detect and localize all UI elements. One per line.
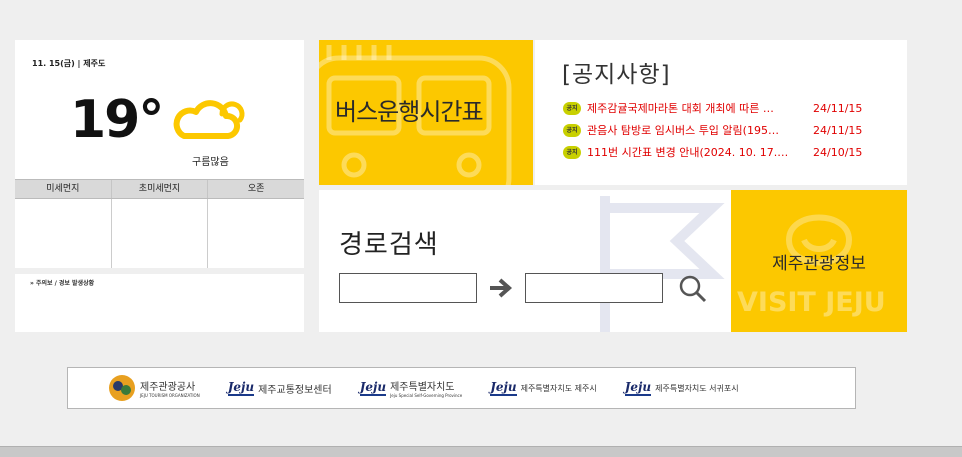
jeju-wordmark: Jeju bbox=[624, 379, 652, 396]
col-fine-dust: 미세먼지 bbox=[15, 180, 112, 198]
notice-text[interactable]: 제주감귤국제마라톤 대회 개최에 따른 … bbox=[587, 100, 809, 116]
notice-item[interactable]: 공지 제주감귤국제마라톤 대회 개최에 따른 … 24/11/15 bbox=[563, 97, 893, 119]
notice-badge: 공지 bbox=[563, 123, 581, 137]
jeju-wordmark: Jeju bbox=[359, 379, 387, 396]
fine-dust-value bbox=[15, 199, 112, 268]
warning-link[interactable]: » 주의보 / 경보 발생상황 bbox=[30, 278, 94, 287]
search-icon[interactable] bbox=[678, 274, 708, 304]
jeju-wordmark: Jeju bbox=[490, 379, 517, 396]
footer-bar bbox=[0, 446, 962, 457]
col-ozone: 오존 bbox=[247, 184, 265, 194]
jeju-tourism-label: 제주관광정보 bbox=[772, 254, 866, 274]
jeju-wordmark: Jeju bbox=[227, 379, 255, 396]
logo-seogwipo-city[interactable]: Jeju 제주특별자치도 서귀포시 bbox=[624, 379, 739, 396]
logo-name: 제주특별자치도 제주시 bbox=[520, 383, 597, 393]
tourism-org-icon bbox=[109, 375, 135, 401]
arrow-right-icon bbox=[490, 278, 513, 298]
notice-date: 24/10/15 bbox=[813, 145, 863, 159]
warning-panel: » 주의보 / 경보 발생상황 bbox=[15, 274, 304, 332]
bus-timetable-button[interactable]: 버스운행시간표 bbox=[319, 40, 533, 185]
air-quality-table: 미세먼지 초미세먼지 오존 bbox=[15, 179, 304, 268]
logo-jeju-tourism-org[interactable]: 제주관광공사 JEJU TOURISM ORGANIZATION bbox=[108, 374, 200, 402]
notice-item[interactable]: 공지 111번 시간표 변경 안내(2024. 10. 17.… 24/10/1… bbox=[563, 141, 893, 163]
notice-text[interactable]: 111번 시간표 변경 안내(2024. 10. 17.… bbox=[587, 144, 809, 160]
col-ultrafine-dust: 초미세먼지 bbox=[112, 180, 209, 198]
logo-jeju-province[interactable]: Jeju 제주특별자치도 Jeju Special Self-Governing… bbox=[359, 378, 463, 398]
logo-name: 제주특별자치도 bbox=[390, 382, 455, 393]
logo-name: 제주관광공사 bbox=[140, 382, 196, 393]
cloud-sun-icon bbox=[170, 94, 250, 148]
route-search-panel: 경로검색 bbox=[319, 190, 731, 332]
logo-subname: JEJU TOURISM ORGANIZATION bbox=[140, 393, 200, 398]
ultrafine-dust-value bbox=[112, 199, 209, 268]
jeju-tourism-button[interactable]: 제주관광정보 VISIT JEJU bbox=[731, 190, 907, 332]
notice-date: 24/11/15 bbox=[813, 101, 863, 115]
notice-badge: 공지 bbox=[563, 101, 581, 115]
ozone-value bbox=[208, 199, 304, 268]
route-to-input[interactable] bbox=[525, 273, 663, 303]
weather-card: 11. 15(금) | 제주도 19° 구름많음 미세먼지 초미세먼지 오존 bbox=[15, 40, 304, 268]
weather-condition: 구름많음 bbox=[192, 157, 229, 168]
logo-subname: Jeju Special Self-Governing Province bbox=[390, 393, 463, 398]
notice-panel: [공지사항] 공지 제주감귤국제마라톤 대회 개최에 따른 … 24/11/15… bbox=[535, 40, 907, 185]
notice-badge: 공지 bbox=[563, 145, 581, 159]
logo-name: 제주특별자치도 서귀포시 bbox=[655, 383, 739, 393]
route-search-title: 경로검색 bbox=[339, 230, 439, 260]
weather-temperature: 19° bbox=[70, 90, 164, 150]
weather-date: 11. 15(금) | 제주도 bbox=[32, 59, 106, 68]
notice-item[interactable]: 공지 관음사 탐방로 임시버스 투입 알림(195… 24/11/15 bbox=[563, 119, 893, 141]
flag-icon bbox=[600, 196, 725, 332]
notice-date: 24/11/15 bbox=[813, 123, 863, 137]
notice-title[interactable]: [공지사항] bbox=[562, 55, 671, 89]
logo-jeju-city[interactable]: Jeju 제주특별자치도 제주시 bbox=[490, 379, 597, 396]
partner-logos-bar: 제주관광공사 JEJU TOURISM ORGANIZATION Jeju 제주… bbox=[67, 367, 856, 409]
notice-text[interactable]: 관음사 탐방로 임시버스 투입 알림(195… bbox=[587, 122, 809, 138]
bus-timetable-label: 버스운행시간표 bbox=[335, 98, 484, 126]
visit-jeju-watermark: VISIT JEJU bbox=[737, 287, 886, 318]
logo-name: 제주교통정보센터 bbox=[258, 384, 332, 396]
notice-list: 공지 제주감귤국제마라톤 대회 개최에 따른 … 24/11/15 공지 관음사… bbox=[563, 97, 893, 163]
route-from-input[interactable] bbox=[339, 273, 477, 303]
logo-traffic-center[interactable]: Jeju 제주교통정보센터 bbox=[227, 379, 332, 396]
